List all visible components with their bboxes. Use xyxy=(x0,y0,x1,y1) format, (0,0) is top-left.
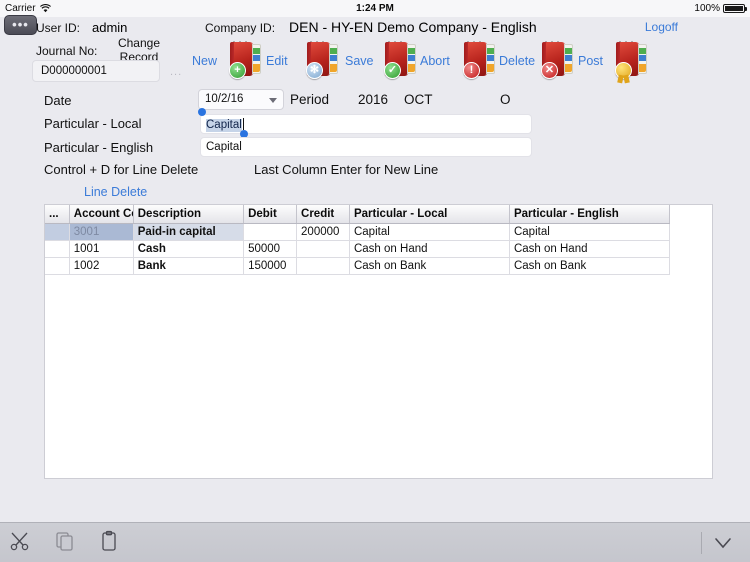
col-header-debit[interactable]: Debit xyxy=(243,205,298,224)
badge-check-icon: ✓ xyxy=(384,62,401,79)
date-label: Date xyxy=(44,93,72,108)
menu-dots-button[interactable]: ••• xyxy=(4,15,37,35)
toolbar-label-abort[interactable]: Abort xyxy=(420,54,450,68)
cell-select[interactable] xyxy=(45,223,70,241)
badge-plus-icon: + xyxy=(229,62,246,79)
col-header-account-code[interactable]: Account Co xyxy=(69,205,134,224)
book-save-icon[interactable]: ✓ xyxy=(383,40,421,80)
period-label: Period xyxy=(290,92,330,107)
cell-particular-local[interactable]: Cash on Hand xyxy=(349,240,510,258)
badge-exclamation-icon: ! xyxy=(463,62,480,79)
user-id-value: admin xyxy=(92,20,128,35)
company-id-value: DEN - HY-EN Demo Company - English xyxy=(289,19,537,35)
period-month-value: OCT xyxy=(404,92,433,107)
paste-icon[interactable] xyxy=(98,530,132,556)
book-abort-icon[interactable]: ! xyxy=(462,40,500,80)
hint-line-delete: Control + D for Line Delete xyxy=(44,162,199,177)
logoff-button[interactable]: Logoff xyxy=(645,20,678,34)
particular-local-label: Particular - Local xyxy=(44,116,142,131)
cell-account-code[interactable]: 1001 xyxy=(69,240,134,258)
cell-debit[interactable]: 50000 xyxy=(243,240,298,258)
book-delete-icon[interactable]: ✕ xyxy=(540,40,578,80)
app-screen: Carrier 1:24 PM 100% ••• User ID: admin … xyxy=(0,0,750,562)
copy-icon[interactable] xyxy=(54,530,88,556)
cell-particular-english[interactable]: Cash on Bank xyxy=(509,257,671,275)
table-row[interactable]: 1002 Bank 150000 Cash on Bank Cash on Ba… xyxy=(45,257,671,275)
cell-select[interactable] xyxy=(45,240,70,258)
table-row[interactable]: 1001 Cash 50000 Cash on Hand Cash on Han… xyxy=(45,240,671,258)
text-caret xyxy=(242,118,245,130)
particular-local-input[interactable]: Capital xyxy=(200,114,532,134)
cell-credit[interactable]: 200000 xyxy=(296,223,350,241)
journal-table: ... Account Co Description Debit Credit … xyxy=(45,205,671,275)
toolbar-label-save[interactable]: Save xyxy=(345,54,374,68)
cell-credit[interactable] xyxy=(296,257,350,275)
journal-lines-grid: ... Account Co Description Debit Credit … xyxy=(44,204,713,479)
ios-status-bar: Carrier 1:24 PM 100% xyxy=(0,0,750,17)
cell-debit[interactable]: 150000 xyxy=(243,257,298,275)
period-status-flag: O xyxy=(500,92,511,107)
date-select[interactable]: 10/2/16 xyxy=(198,89,284,110)
toolbar-label-edit[interactable]: Edit xyxy=(266,54,288,68)
cell-account-code[interactable]: 1002 xyxy=(69,257,134,275)
journal-no-input[interactable]: D000000001 xyxy=(32,60,160,82)
scissors-icon[interactable] xyxy=(10,530,44,556)
hint-new-line: Last Column Enter for New Line xyxy=(254,162,439,177)
cell-credit[interactable] xyxy=(296,240,350,258)
journal-more-button[interactable]: ... xyxy=(170,66,182,78)
book-edit-icon[interactable]: ✻ xyxy=(305,40,343,80)
cell-description[interactable]: Cash xyxy=(133,240,245,258)
battery-full-icon xyxy=(723,4,747,13)
status-bar-right: 100% xyxy=(694,3,747,14)
user-id-label: User ID: xyxy=(36,21,81,35)
badge-seal-icon xyxy=(615,62,632,79)
col-header-select[interactable]: ... xyxy=(45,205,70,224)
col-header-particular-local[interactable]: Particular - Local xyxy=(349,205,510,224)
chevron-down-icon[interactable] xyxy=(712,532,734,554)
book-post-icon[interactable] xyxy=(614,40,652,80)
cell-description[interactable]: Bank xyxy=(133,257,245,275)
period-year-value: 2016 xyxy=(358,92,389,107)
toolbar-label-post[interactable]: Post xyxy=(578,54,603,68)
cell-particular-english[interactable]: Cash on Hand xyxy=(509,240,671,258)
cell-debit[interactable] xyxy=(243,223,298,241)
cell-particular-english[interactable]: Capital xyxy=(509,223,671,241)
particular-local-selected-text: Capital xyxy=(206,119,242,132)
journal-no-label: Journal No: xyxy=(36,44,98,58)
col-header-particular-english[interactable]: Particular - English xyxy=(509,205,671,224)
badge-gear-icon: ✻ xyxy=(306,62,323,79)
company-id-label: Company ID: xyxy=(205,21,276,35)
line-delete-button[interactable]: Line Delete xyxy=(84,185,147,199)
cell-particular-local[interactable]: Cash on Bank xyxy=(349,257,510,275)
date-value: 10/2/16 xyxy=(205,93,244,105)
cell-account-code[interactable]: 3001 xyxy=(69,223,134,241)
toolbar-divider xyxy=(701,532,702,554)
toolbar-label-delete[interactable]: Delete xyxy=(499,54,535,68)
table-row[interactable]: 3001 Paid-in capital 200000 Capital Capi… xyxy=(45,223,671,241)
selection-handle-start[interactable] xyxy=(198,108,206,116)
cell-particular-local[interactable]: Capital xyxy=(349,223,510,241)
particular-english-label: Particular - English xyxy=(44,140,154,155)
keyboard-accessory-bar xyxy=(0,522,750,562)
particular-english-input[interactable]: Capital xyxy=(200,137,532,157)
status-bar-time: 1:24 PM xyxy=(356,3,394,14)
col-header-description[interactable]: Description xyxy=(133,205,245,224)
cell-description[interactable]: Paid-in capital xyxy=(133,223,245,241)
book-new-icon[interactable]: + xyxy=(228,40,266,80)
col-header-credit[interactable]: Credit xyxy=(296,205,350,224)
toolbar-label-new[interactable]: New xyxy=(192,54,217,68)
table-header-row: ... Account Co Description Debit Credit … xyxy=(45,205,671,224)
chevron-down-icon xyxy=(269,98,277,103)
battery-percent-label: 100% xyxy=(694,3,720,14)
badge-cross-icon: ✕ xyxy=(541,62,558,79)
cell-select[interactable] xyxy=(45,257,70,275)
